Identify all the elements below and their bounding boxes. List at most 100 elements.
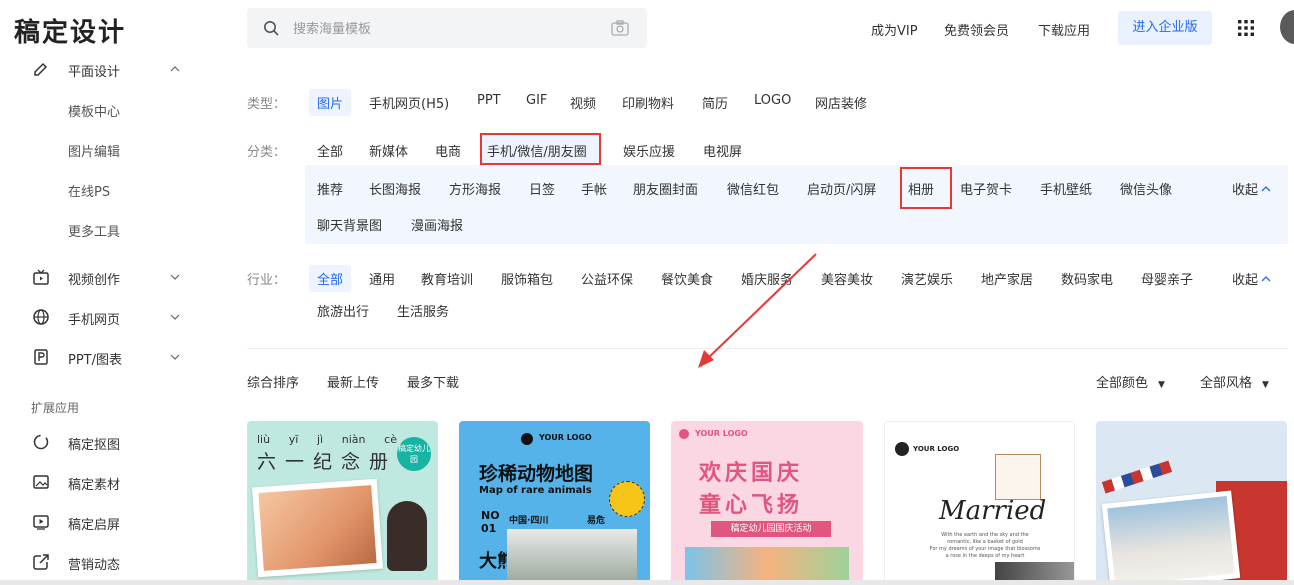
subcategory-option[interactable]: 漫画海报 <box>411 215 463 234</box>
enterprise-button[interactable]: 进入企业版 <box>1118 11 1212 45</box>
sidebar-subitem-template-center[interactable]: 模板中心 <box>68 101 120 120</box>
category-option-all[interactable]: 全部 <box>317 141 343 160</box>
subcategory-option[interactable]: 推荐 <box>317 179 343 198</box>
sort-option-downloads[interactable]: 最多下载 <box>407 372 459 391</box>
type-option-resume[interactable]: 简历 <box>702 93 728 112</box>
template-card[interactable]: YOUR LOGO 珍稀动物地图 Map of rare animals NO … <box>459 421 650 585</box>
sidebar-item-cutout[interactable]: 稿定抠图 <box>68 434 120 453</box>
subcategory-option[interactable]: 方形海报 <box>449 179 501 198</box>
industry-option[interactable]: 服饰箱包 <box>501 269 553 288</box>
industry-option[interactable]: 数码家电 <box>1061 269 1113 288</box>
subcategory-option[interactable]: 聊天背景图 <box>317 215 382 234</box>
sidebar-item-ppt[interactable]: PPT/图表 <box>68 349 122 368</box>
stamp-illustration <box>995 454 1041 500</box>
sidebar-item-splash[interactable]: 稿定启屏 <box>68 514 120 533</box>
industry-option-all[interactable]: 全部 <box>309 265 352 292</box>
type-option-logo[interactable]: LOGO <box>754 93 791 108</box>
industry-option[interactable]: 美容美妆 <box>821 269 873 288</box>
industry-option[interactable]: 教育培训 <box>421 269 473 288</box>
type-option-print[interactable]: 印刷物料 <box>622 93 674 112</box>
category-option-tv[interactable]: 电视屏 <box>703 141 742 160</box>
scrollbar-horizontal[interactable] <box>0 580 1294 585</box>
sidebar-subitem-image-edit[interactable]: 图片编辑 <box>68 141 120 160</box>
template-card[interactable]: liù yī jì niàn cè 六一纪念册 稿定幼儿园 <box>247 421 438 585</box>
card-subtitle: Map of rare animals <box>479 485 592 496</box>
subcategory-option[interactable]: 手帐 <box>581 179 607 198</box>
template-card[interactable]: YOUR LOGO Married With the earth and the… <box>884 421 1075 585</box>
caret-down-icon: ▼ <box>1262 380 1269 390</box>
sort-option-comprehensive[interactable]: 综合排序 <box>247 372 299 391</box>
industry-option[interactable]: 母婴亲子 <box>1141 269 1193 288</box>
sidebar-item-mobile-web[interactable]: 手机网页 <box>68 309 120 328</box>
subcategory-option[interactable]: 微信头像 <box>1120 179 1172 198</box>
type-option-image[interactable]: 图片 <box>309 89 352 116</box>
sidebar-subitem-online-ps[interactable]: 在线PS <box>68 181 110 200</box>
collapse-label: 收起 <box>1232 183 1259 198</box>
photo-frame <box>252 478 383 578</box>
sidebar-item-marketing[interactable]: 营销动态 <box>68 554 120 573</box>
apps-grid-icon[interactable] <box>1238 20 1254 36</box>
card-title: Married <box>939 496 1047 526</box>
chevron-down-icon[interactable] <box>170 272 180 282</box>
category-option-ecommerce[interactable]: 电商 <box>435 141 461 160</box>
industry-option[interactable]: 通用 <box>369 269 395 288</box>
sidebar-item-graphic-design[interactable]: 平面设计 <box>68 61 120 80</box>
chevron-down-icon[interactable] <box>170 352 180 362</box>
card-number: NO 01 <box>481 509 500 535</box>
subcategory-option[interactable]: 电子贺卡 <box>960 179 1012 198</box>
sort-option-newest[interactable]: 最新上传 <box>327 372 379 391</box>
type-option-ppt[interactable]: PPT <box>477 93 501 108</box>
subcategory-option[interactable]: 朋友圈封面 <box>633 179 698 198</box>
industry-collapse-button[interactable]: 收起 <box>1232 269 1271 288</box>
chevron-up-icon <box>1261 276 1271 282</box>
style-filter-dropdown[interactable]: 全部风格 ▼ <box>1200 372 1269 391</box>
filter-label-type: 类型： <box>247 97 287 112</box>
chevron-up-icon <box>1261 186 1271 192</box>
industry-option[interactable]: 旅游出行 <box>317 301 369 320</box>
card-title: 珍稀动物地图 <box>479 463 594 485</box>
type-option-video[interactable]: 视频 <box>570 93 596 112</box>
card-logo-text: YOUR LOGO <box>913 445 960 453</box>
subcategory-option[interactable]: 微信红包 <box>727 179 779 198</box>
subcategory-option[interactable]: 启动页/闪屏 <box>807 179 876 198</box>
vip-link[interactable]: 成为VIP <box>871 20 918 39</box>
free-member-link[interactable]: 免费领会员 <box>944 20 1009 39</box>
card-title-2: 童心飞扬 <box>699 493 804 518</box>
logo-dot-icon <box>521 433 533 445</box>
type-option-h5[interactable]: 手机网页(H5) <box>369 93 449 112</box>
pen-icon <box>34 62 48 76</box>
subcategory-option[interactable]: 手机壁纸 <box>1040 179 1092 198</box>
sidebar-section-title: 扩展应用 <box>31 401 80 415</box>
sidebar-item-video[interactable]: 视频创作 <box>68 269 120 288</box>
subcategory-option[interactable]: 日签 <box>529 179 555 198</box>
color-filter-dropdown[interactable]: 全部颜色 ▼ <box>1096 372 1165 391</box>
subcategory-collapse-button[interactable]: 收起 <box>1232 179 1271 198</box>
category-option-entertainment[interactable]: 娱乐应援 <box>623 141 675 160</box>
photo-placeholder <box>1107 495 1235 585</box>
search-icon <box>264 21 279 36</box>
chevron-up-icon[interactable] <box>170 64 180 74</box>
subcategory-option-album[interactable]: 相册 <box>908 179 934 198</box>
camera-icon[interactable] <box>611 20 629 36</box>
sidebar-item-materials[interactable]: 稿定素材 <box>68 474 120 493</box>
category-option-new-media[interactable]: 新媒体 <box>369 141 408 160</box>
template-card[interactable]: YOUR LOGO 欢庆国庆 童心飞扬 稿定幼儿园国庆活动 <box>671 421 863 585</box>
tv-icon <box>33 269 49 285</box>
template-card[interactable] <box>1096 421 1287 585</box>
sidebar-subitem-more-tools[interactable]: 更多工具 <box>68 221 120 240</box>
industry-option[interactable]: 地产家居 <box>981 269 1033 288</box>
image-icon <box>33 475 49 489</box>
industry-option[interactable]: 生活服务 <box>397 301 449 320</box>
download-app-link[interactable]: 下载应用 <box>1038 20 1090 39</box>
category-option-mobile-wechat[interactable]: 手机/微信/朋友圈 <box>487 141 587 160</box>
type-option-gif[interactable]: GIF <box>526 93 547 108</box>
industry-option[interactable]: 公益环保 <box>581 269 633 288</box>
search-bar[interactable] <box>247 8 647 50</box>
avatar[interactable] <box>1280 10 1294 44</box>
chevron-down-icon[interactable] <box>170 312 180 322</box>
logo[interactable]: 稿定设计 <box>14 12 126 49</box>
search-input[interactable] <box>291 8 595 50</box>
subcategory-option[interactable]: 长图海报 <box>369 179 421 198</box>
type-option-shop[interactable]: 网店装修 <box>815 93 867 112</box>
industry-option[interactable]: 演艺娱乐 <box>901 269 953 288</box>
